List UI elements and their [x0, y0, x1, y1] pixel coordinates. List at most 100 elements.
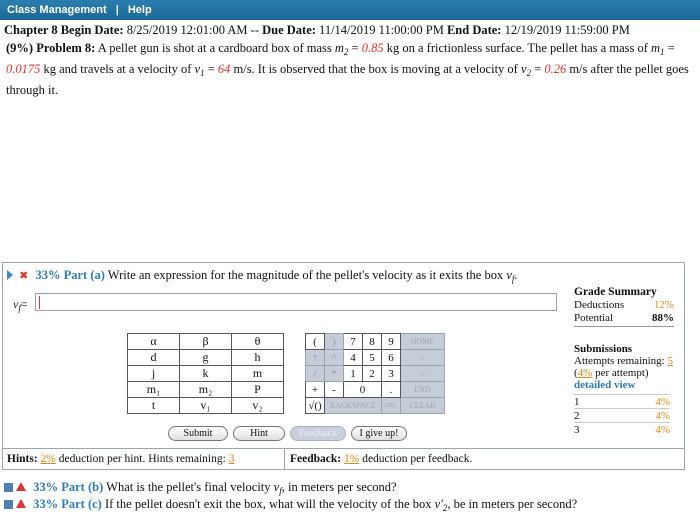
m1-value: 0.0175: [6, 62, 41, 76]
key-backspace[interactable]: BACKSPACE: [324, 397, 382, 414]
equals-sign: =: [534, 62, 542, 76]
key-m2[interactable]: m₂: [179, 381, 232, 398]
key-7[interactable]: 7: [343, 333, 363, 350]
key-home[interactable]: HOME: [400, 333, 445, 350]
grade-divider: [574, 326, 674, 327]
key-d[interactable]: d: [127, 349, 180, 366]
key-del[interactable]: DEL: [381, 397, 401, 414]
key-left-arrow[interactable]: ←: [400, 349, 445, 366]
submissions-table: 1 4% 2 4% 3 4%: [574, 394, 670, 437]
warning-icon: [16, 482, 26, 491]
key-h[interactable]: h: [231, 349, 284, 366]
part-b-question: What is the pellet's final velocity: [106, 480, 271, 494]
help-link[interactable]: Help: [128, 4, 152, 16]
nav-separator: |: [115, 4, 119, 16]
key-8[interactable]: 8: [362, 333, 382, 350]
part-c-line[interactable]: 33% Part (c) If the pellet doesn't exit …: [4, 497, 577, 513]
key-v1[interactable]: v₁: [179, 397, 232, 414]
feedback-deduction-percent: 1%: [343, 453, 360, 465]
key-close-paren[interactable]: ): [324, 333, 344, 350]
give-up-button[interactable]: I give up!: [351, 426, 407, 441]
text-cursor: [39, 296, 40, 309]
key-beta[interactable]: β: [179, 333, 232, 350]
submit-button[interactable]: Submit: [168, 426, 228, 441]
deductions-value: 12%: [653, 299, 674, 311]
part-a-question: Write an expression for the magnitude of…: [107, 268, 504, 282]
key-caret[interactable]: ^: [324, 349, 344, 366]
key-sqrt[interactable]: √(): [305, 397, 325, 414]
hints-label: Hints:: [7, 453, 38, 465]
hint-button[interactable]: Hint: [233, 426, 285, 441]
feedback-label: Feedback:: [290, 453, 342, 465]
key-3[interactable]: 3: [381, 365, 401, 382]
key-minus[interactable]: -: [324, 381, 344, 398]
key-open-paren[interactable]: (: [305, 333, 325, 350]
key-0[interactable]: 0: [343, 381, 382, 398]
feedback-button[interactable]: Feedback: [290, 426, 346, 441]
chapter-dates: Chapter 8 Begin Date: 8/25/2019 12:01:00…: [4, 23, 630, 38]
number-keypad: ( ) 7 8 9 HOME ↑ ^ 4 5 6 ← / * 1 2 3 → +…: [305, 333, 445, 414]
key-9[interactable]: 9: [381, 333, 401, 350]
per-attempt-percent: 4%: [577, 367, 593, 379]
table-row: 3 4%: [574, 422, 670, 437]
key-2[interactable]: 2: [362, 365, 382, 382]
key-up-arrow[interactable]: ↑: [305, 349, 325, 366]
hint-feedback-bar: Hints: 2% deduction per hint. Hints rema…: [3, 448, 684, 470]
answer-label: vf=: [13, 297, 28, 313]
chapter-title: Chapter 8: [4, 23, 58, 37]
problem-weight: (9%): [6, 41, 34, 55]
key-alpha[interactable]: α: [127, 333, 180, 350]
detailed-view-link[interactable]: detailed view: [574, 379, 674, 391]
begin-date: 8/25/2019 12:01:00 AM: [126, 23, 248, 37]
key-1[interactable]: 1: [343, 365, 363, 382]
problem-label: Problem 8:: [36, 41, 96, 55]
feedback-text: deduction per feedback.: [362, 453, 473, 465]
key-theta[interactable]: θ: [231, 333, 284, 350]
part-b-line[interactable]: 33% Part (b) What is the pellet's final …: [4, 480, 397, 496]
begin-date-label: Begin Date:: [60, 23, 124, 37]
key-divide[interactable]: /: [305, 365, 325, 382]
answer-input[interactable]: [35, 293, 557, 311]
key-m[interactable]: m: [231, 365, 284, 382]
expand-triangle-icon[interactable]: [7, 270, 13, 280]
key-5[interactable]: 5: [362, 349, 382, 366]
vf-symbol: vf: [506, 268, 515, 284]
key-4[interactable]: 4: [343, 349, 363, 366]
part-c-question: If the pellet doesn't exit the box, what…: [104, 497, 432, 511]
key-right-arrow[interactable]: →: [400, 365, 445, 382]
problem-text-1: A pellet gun is shot at a cardboard box …: [97, 41, 332, 55]
m2-symbol: m2: [334, 41, 349, 57]
key-decimal[interactable]: .: [381, 381, 401, 398]
problem-text-3: kg and travels at a velocity of: [43, 62, 192, 76]
v1-value: 64: [217, 62, 231, 76]
end-date: 12/19/2019 11:59:00 PM: [504, 23, 630, 37]
grade-summary-title: Grade Summary: [574, 286, 657, 298]
key-g[interactable]: g: [179, 349, 232, 366]
hints-text: deduction per hint. Hints remaining:: [58, 453, 226, 465]
class-management-link[interactable]: Class Management: [7, 4, 107, 16]
key-multiply[interactable]: *: [324, 365, 344, 382]
hint-deduction-percent: 2%: [40, 453, 56, 465]
key-k[interactable]: k: [179, 365, 232, 382]
key-t[interactable]: t: [127, 397, 180, 414]
key-j[interactable]: j: [127, 365, 180, 382]
top-navigation-bar: Class Management | Help: [0, 0, 700, 20]
key-6[interactable]: 6: [381, 349, 401, 366]
hints-remaining: 3: [228, 453, 235, 465]
hints-info: Hints: 2% deduction per hint. Hints rema…: [3, 449, 285, 470]
warning-icon: [16, 499, 26, 508]
key-end[interactable]: END: [400, 381, 445, 398]
key-m1[interactable]: m₁: [127, 381, 180, 398]
key-p[interactable]: P: [231, 381, 284, 398]
attempts-label: Attempts remaining:: [574, 355, 665, 367]
part-a-percent: 33% Part (a): [35, 268, 105, 282]
per-attempt-text: per attempt): [595, 367, 649, 379]
key-plus[interactable]: +: [305, 381, 325, 398]
equals-sign: =: [207, 62, 215, 76]
attempts-remaining: 5: [667, 355, 673, 367]
feedback-info: Feedback: 1% deduction per feedback.: [286, 449, 684, 470]
key-clear[interactable]: CLEAR: [400, 397, 445, 414]
part-c-percent: 33% Part (c): [33, 497, 102, 511]
key-v2[interactable]: v₂: [231, 397, 284, 414]
v2-prime-symbol: v'2: [434, 497, 448, 513]
